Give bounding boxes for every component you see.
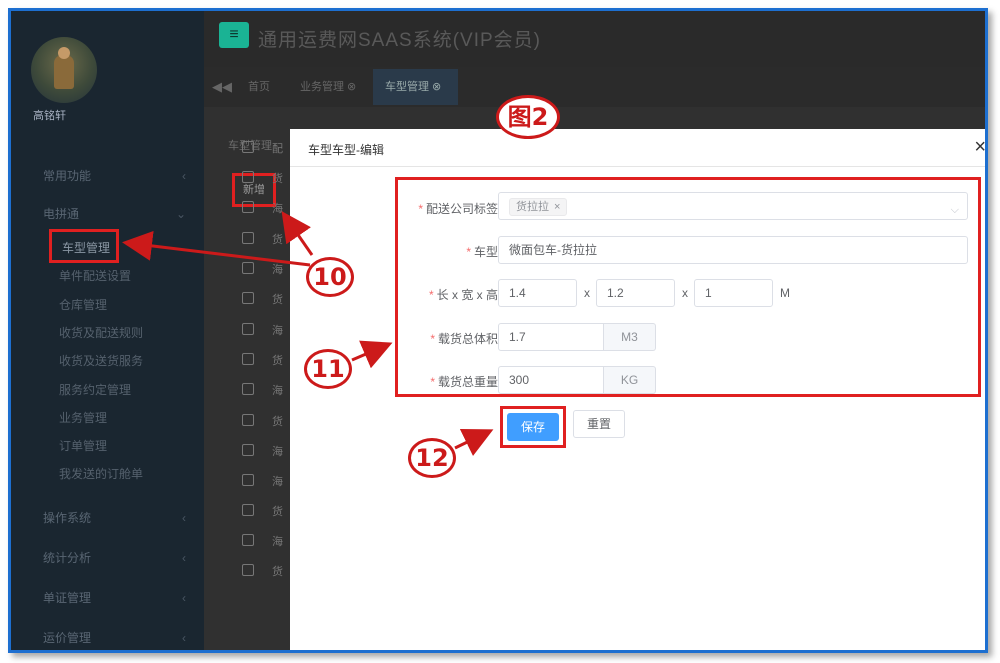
sidebar-section-statistics[interactable]: 统计分析 ‹	[11, 543, 204, 573]
app-window: 高铭轩 常用功能 ‹ 电拼通 ⌄ 车型管理 单件配送设置 仓库管理 收货及配送规则 …	[8, 8, 988, 653]
dialog-title: 车型车型-编辑	[308, 143, 384, 157]
row-checkbox[interactable]	[242, 262, 254, 274]
row-checkbox[interactable]	[242, 444, 254, 456]
row-checkbox[interactable]	[242, 383, 254, 395]
table-row-text: 海	[272, 203, 283, 215]
sidebar-item-delivery-service[interactable]: 收货及送货服务	[59, 352, 143, 369]
chevron-left-icon: ‹	[182, 169, 186, 183]
sidebar-item-warehouse[interactable]: 仓库管理	[59, 296, 107, 313]
dimensions-label: * 长 x 宽 x 高	[428, 288, 498, 302]
chevron-left-icon: ‹	[182, 631, 186, 645]
top-header: ≡ 通用运费网SAAS系统(VIP会员)	[204, 11, 985, 67]
sidebar-item-vehicle-type[interactable]: 车型管理	[49, 229, 119, 263]
figure-label: 图2	[496, 95, 560, 139]
table-row-text: 海	[272, 476, 283, 488]
chevron-left-icon: ‹	[182, 511, 186, 525]
table-row-text: 海	[272, 264, 283, 276]
width-input[interactable]: 1.2	[596, 279, 675, 307]
table-row-text: 货	[272, 173, 283, 185]
table-row-text: 货	[272, 506, 283, 518]
row-checkbox[interactable]	[242, 474, 254, 486]
row-checkbox[interactable]	[242, 353, 254, 365]
hamburger-icon[interactable]: ≡	[219, 22, 249, 48]
row-checkbox[interactable]	[242, 292, 254, 304]
volume-input[interactable]: 1.7	[498, 323, 604, 351]
tag-close-icon[interactable]: ×	[554, 201, 560, 213]
save-highlight-box: 保存	[500, 406, 566, 448]
tab-vehicle-type[interactable]: 车型管理 ⊗	[373, 69, 458, 105]
row-checkbox[interactable]	[242, 414, 254, 426]
step-marker-12: 12	[408, 438, 456, 478]
step-marker-10: 10	[306, 257, 354, 297]
table-row-text: 海	[272, 446, 283, 458]
row-checkbox[interactable]	[242, 534, 254, 546]
tab-home[interactable]: 首页	[248, 67, 270, 107]
weight-unit: KG	[604, 366, 656, 394]
edit-dialog: 车型车型-编辑 × * 配送公司标签 货拉拉 × ⌵ * 车型 微面包车-货拉拉 * 长…	[290, 129, 985, 650]
dialog-header: 车型车型-编辑 ×	[290, 129, 985, 167]
row-checkbox[interactable]	[242, 171, 254, 183]
sidebar-item-service-agreement[interactable]: 服务约定管理	[59, 381, 131, 398]
volume-unit: M3	[604, 323, 656, 351]
add-button[interactable]: 新增	[232, 173, 276, 207]
save-button[interactable]: 保存	[507, 413, 559, 441]
table-row-text: 货	[272, 294, 283, 306]
close-icon[interactable]: ×	[974, 136, 985, 159]
row-checkbox[interactable]	[242, 232, 254, 244]
table-row-text: 货	[272, 566, 283, 578]
chevron-left-icon: ‹	[182, 591, 186, 605]
avatar[interactable]	[31, 37, 97, 103]
tab-bar: ◀◀ 首页 业务管理 ⊗ 车型管理 ⊗	[204, 67, 985, 107]
dimension-separator: x	[584, 286, 590, 300]
tab-business[interactable]: 业务管理 ⊗	[300, 67, 356, 107]
sidebar: 高铭轩 常用功能 ‹ 电拼通 ⌄ 车型管理 单件配送设置 仓库管理 收货及配送规则 …	[11, 11, 204, 650]
chevron-down-icon: ⌄	[175, 207, 186, 221]
row-checkbox[interactable]	[242, 323, 254, 335]
chevron-left-icon: ‹	[182, 551, 186, 565]
row-checkbox[interactable]	[242, 141, 254, 153]
sidebar-item-sent-bookings[interactable]: 我发送的订舱单	[59, 465, 143, 482]
row-checkbox[interactable]	[242, 201, 254, 213]
company-tag-select[interactable]: 货拉拉 × ⌵	[498, 192, 968, 220]
weight-input[interactable]: 300	[498, 366, 604, 394]
sidebar-section-operations[interactable]: 操作系统 ‹	[11, 503, 204, 533]
step-marker-11: 11	[304, 349, 352, 389]
table-row-text: 海	[272, 325, 283, 337]
sidebar-item-orders[interactable]: 订单管理	[59, 437, 107, 454]
form-highlight-box: * 配送公司标签 货拉拉 × ⌵ * 车型 微面包车-货拉拉 * 长 x 宽 x 高 1…	[395, 177, 981, 397]
sidebar-item-delivery-rules[interactable]: 收货及配送规则	[59, 324, 143, 341]
chevron-down-icon: ⌵	[950, 204, 959, 216]
company-tag-label: * 配送公司标签	[418, 202, 498, 216]
table-row-text: 货	[272, 355, 283, 367]
table-row-text: 货	[272, 234, 283, 246]
dimension-unit: M	[780, 286, 790, 300]
sidebar-item-business[interactable]: 业务管理	[59, 409, 107, 426]
table-row-text: 配	[272, 143, 283, 155]
sidebar-section-pricing[interactable]: 运价管理 ‹	[11, 623, 204, 650]
tag-chip: 货拉拉 ×	[509, 198, 568, 216]
sidebar-section-common[interactable]: 常用功能 ‹	[11, 161, 204, 191]
app-title: 通用运费网SAAS系统(VIP会员)	[258, 30, 541, 51]
reset-button[interactable]: 重置	[573, 410, 625, 438]
height-input[interactable]: 1	[694, 279, 773, 307]
sidebar-section-dianpintong[interactable]: 电拼通 ⌄	[11, 199, 204, 229]
table-row-text: 海	[272, 385, 283, 397]
user-name: 高铭轩	[33, 110, 66, 122]
volume-label: * 载货总体积	[430, 332, 498, 346]
sidebar-section-documents[interactable]: 单证管理 ‹	[11, 583, 204, 613]
table-row-text: 海	[272, 536, 283, 548]
sidebar-item-single-delivery[interactable]: 单件配送设置	[59, 267, 131, 284]
table-row-text: 货	[272, 416, 283, 428]
weight-label: * 载货总重量	[430, 375, 498, 389]
dimension-separator: x	[682, 286, 688, 300]
length-input[interactable]: 1.4	[498, 279, 577, 307]
row-checkbox[interactable]	[242, 564, 254, 576]
row-checkbox[interactable]	[242, 504, 254, 516]
vehicle-type-label: * 车型	[466, 245, 498, 259]
double-chevron-left-icon[interactable]: ◀◀	[212, 79, 232, 95]
vehicle-type-input[interactable]: 微面包车-货拉拉	[498, 236, 968, 264]
